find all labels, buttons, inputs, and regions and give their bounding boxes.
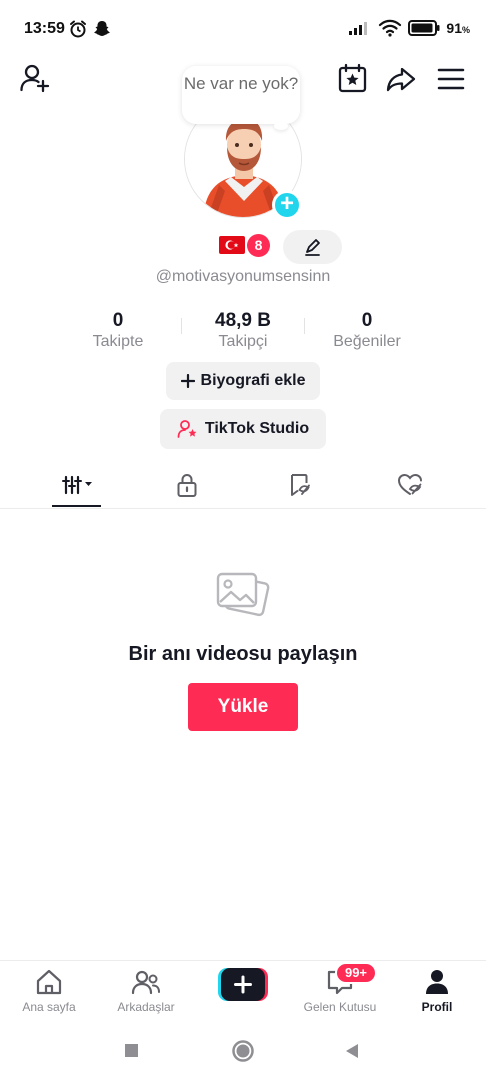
tab-reposts[interactable] bbox=[275, 470, 325, 500]
reposts-icon bbox=[291, 474, 310, 496]
stat-followers-label: Takipçi bbox=[218, 333, 268, 350]
tab-private[interactable] bbox=[162, 470, 212, 500]
back-triangle-icon[interactable] bbox=[343, 1042, 361, 1060]
share-icon[interactable] bbox=[384, 62, 418, 96]
add-friend-icon[interactable] bbox=[18, 62, 52, 96]
status-time: 13:59 bbox=[24, 20, 65, 37]
create-post-button[interactable] bbox=[218, 968, 268, 1001]
alarm-icon bbox=[70, 20, 86, 38]
tiktok-studio-button[interactable]: TikTok Studio bbox=[160, 409, 326, 449]
nav-profile[interactable]: Profil bbox=[389, 967, 485, 1015]
plus-icon bbox=[180, 374, 195, 388]
nav-profile-label: Profil bbox=[421, 1000, 453, 1014]
turkey-flag-icon bbox=[219, 236, 245, 254]
stat-following[interactable]: 0 Takipte bbox=[78, 310, 158, 352]
home-icon bbox=[36, 969, 62, 995]
battery-percent: 91% bbox=[446, 20, 470, 36]
profile-icon bbox=[426, 970, 448, 994]
pencil-icon bbox=[305, 239, 320, 256]
battery-icon bbox=[408, 20, 440, 36]
tabs-divider bbox=[0, 508, 486, 509]
bottom-nav: Ana sayfa Arkadaşlar Gelen Kutusu Profil bbox=[0, 960, 486, 1022]
snapchat-icon bbox=[94, 21, 110, 36]
add-bio-label: Biyografi ekle bbox=[200, 372, 306, 389]
status-bar: 13:59 91% bbox=[0, 0, 486, 60]
stat-divider bbox=[181, 318, 182, 334]
note-bubble[interactable]: Ne var ne yok? bbox=[182, 66, 300, 130]
menu-icon[interactable] bbox=[434, 62, 468, 96]
home-circle-icon[interactable] bbox=[231, 1039, 255, 1063]
stat-following-value: 0 bbox=[112, 310, 124, 331]
creator-star-icon bbox=[177, 420, 197, 438]
nav-friends-label: Arkadaşlar bbox=[117, 1000, 175, 1014]
stat-followers[interactable]: 48,9 B Takipçi bbox=[193, 310, 293, 352]
add-bio-button[interactable]: Biyografi ekle bbox=[166, 362, 320, 400]
stat-likes-value: 0 bbox=[361, 310, 373, 331]
signal-icon bbox=[349, 22, 368, 35]
liked-icon bbox=[397, 473, 422, 495]
videos-grid-icon bbox=[62, 475, 92, 495]
nav-home-label: Ana sayfa bbox=[22, 1000, 76, 1014]
stat-likes[interactable]: 0 Beğeniler bbox=[322, 310, 412, 352]
tab-videos[interactable] bbox=[52, 470, 102, 500]
stat-divider bbox=[304, 318, 305, 334]
lock-icon bbox=[177, 473, 197, 497]
friends-icon bbox=[131, 970, 160, 995]
stat-followers-value: 48,9 B bbox=[215, 310, 271, 331]
note-bubble-text: Ne var ne yok? bbox=[183, 74, 299, 93]
nav-friends[interactable]: Arkadaşlar bbox=[98, 967, 194, 1015]
tab-liked[interactable] bbox=[385, 470, 435, 500]
stat-likes-label: Beğeniler bbox=[333, 333, 401, 350]
recent-apps-icon[interactable] bbox=[124, 1043, 140, 1059]
username: @motivasyonumsensinn bbox=[155, 268, 331, 285]
inbox-badge: 99+ bbox=[335, 962, 377, 984]
active-tab-indicator bbox=[52, 505, 101, 507]
add-avatar-button[interactable]: + bbox=[272, 190, 302, 220]
nav-home[interactable]: Ana sayfa bbox=[1, 967, 97, 1015]
level-badge[interactable]: 8 bbox=[247, 234, 270, 257]
edit-profile-button[interactable] bbox=[283, 230, 342, 264]
nav-inbox-label: Gelen Kutusu bbox=[303, 1000, 377, 1014]
photo-stack-icon bbox=[216, 572, 270, 617]
stat-following-label: Takipte bbox=[92, 333, 144, 350]
system-navigation-bar bbox=[0, 1022, 486, 1080]
empty-state-title: Bir anı videosu paylaşın bbox=[128, 643, 358, 665]
calendar-star-icon[interactable] bbox=[336, 62, 370, 96]
status-system-icons: 91% bbox=[348, 19, 470, 37]
upload-button[interactable]: Yükle bbox=[188, 683, 298, 731]
wifi-icon bbox=[379, 19, 402, 37]
status-notification-icons bbox=[68, 19, 112, 39]
tiktok-studio-label: TikTok Studio bbox=[204, 420, 310, 437]
